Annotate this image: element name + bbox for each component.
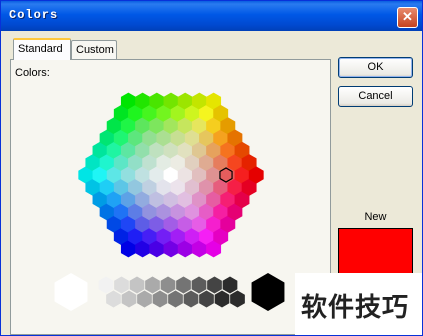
gray-cell[interactable] [129, 276, 145, 294]
white-cell[interactable] [54, 273, 88, 311]
gray-cell[interactable] [121, 290, 137, 308]
cancel-button[interactable]: Cancel [338, 86, 413, 107]
gray-cell[interactable] [183, 290, 199, 308]
gray-cell[interactable] [222, 276, 238, 294]
gray-cell[interactable] [106, 290, 121, 308]
watermark: 软件技巧 [295, 273, 422, 335]
gray-cell[interactable] [137, 290, 152, 308]
gray-cell[interactable] [191, 276, 207, 294]
gray-cell[interactable] [152, 290, 168, 308]
gray-cell[interactable] [230, 290, 245, 308]
gray-cell[interactable] [207, 276, 222, 294]
gray-cell[interactable] [176, 276, 191, 294]
new-color-label: New [364, 211, 387, 223]
gray-cell[interactable] [160, 276, 176, 294]
watermark-text: 软件技巧 [301, 293, 410, 323]
black-cell[interactable] [251, 273, 285, 311]
gray-cell[interactable] [145, 276, 160, 294]
gray-cell[interactable] [199, 290, 214, 308]
gray-cell[interactable] [168, 290, 183, 308]
gray-cell[interactable] [214, 290, 230, 308]
ok-button[interactable]: OK [338, 57, 413, 78]
gray-cell[interactable] [114, 276, 129, 294]
colors-dialog: Colors ✕ Standard Custom Colors: OK Canc… [0, 0, 423, 336]
new-color-swatch [338, 228, 413, 276]
gray-cell[interactable] [98, 276, 114, 294]
